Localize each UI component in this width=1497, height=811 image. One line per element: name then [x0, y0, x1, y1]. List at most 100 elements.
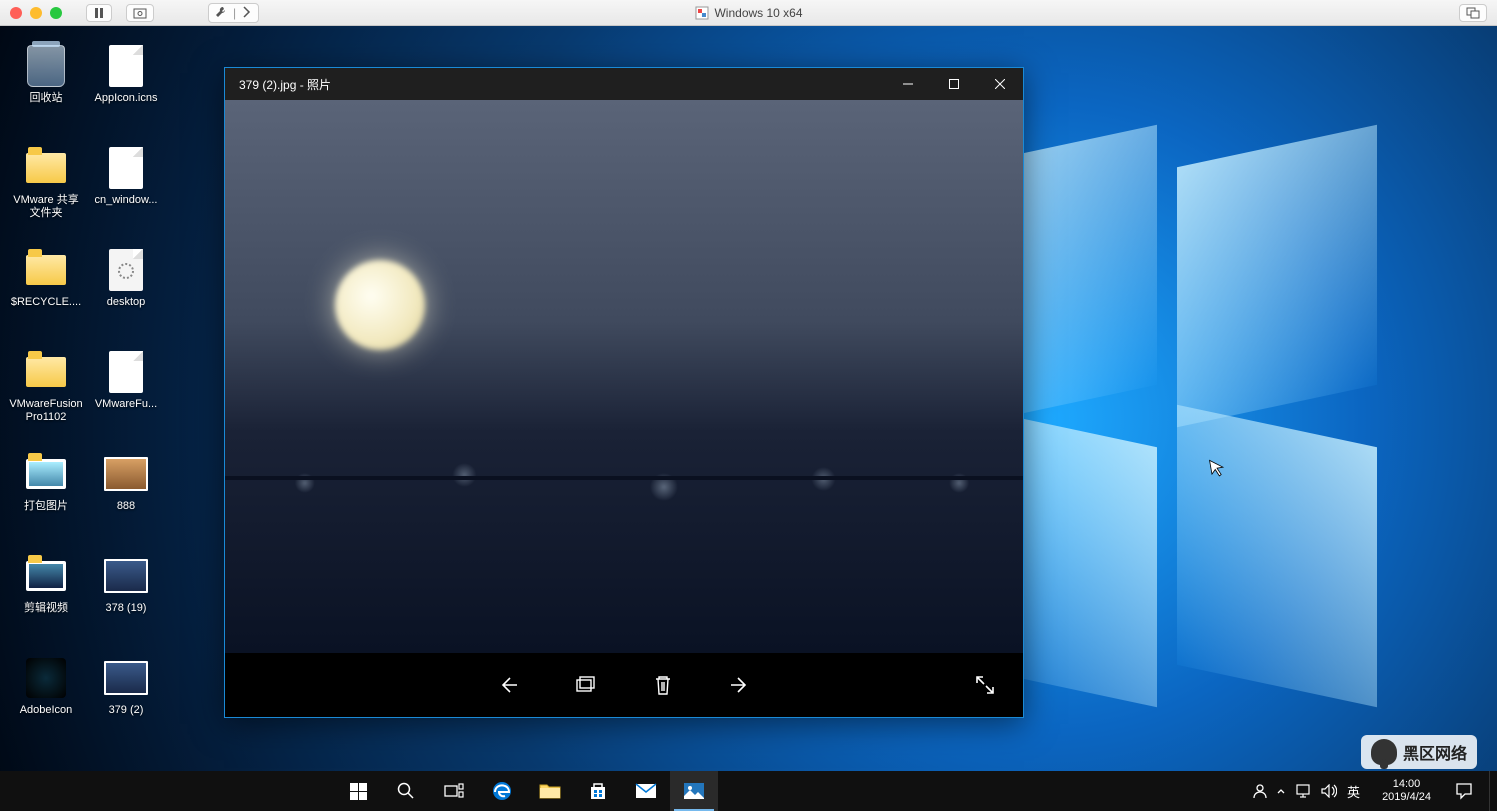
icon-label: VMware 共享文件夹	[9, 194, 83, 220]
ime-indicator[interactable]: 英	[1347, 782, 1360, 801]
icon-label: 打包图片	[24, 500, 68, 513]
photos-icon	[683, 782, 705, 800]
icon-label: 378 (19)	[106, 602, 147, 615]
edge-icon	[491, 780, 513, 802]
taskbar-explorer[interactable]	[526, 771, 574, 811]
desktop-icons: 回收站 AppIcon.icns VMware 共享文件夹 cn_window.…	[8, 40, 164, 750]
desktop-icon-appicon[interactable]: AppIcon.icns	[88, 40, 164, 138]
file-icon	[109, 351, 143, 393]
maximize-button[interactable]	[931, 68, 977, 100]
next-button[interactable]	[727, 671, 755, 699]
minimize-button[interactable]	[885, 68, 931, 100]
desktop-icon-adobeicon[interactable]: AdobeIcon	[8, 652, 84, 750]
taskbar-right: 英 14:00 2019/4/24	[1247, 771, 1497, 811]
task-view-button[interactable]	[430, 771, 478, 811]
show-desktop-button[interactable]	[1489, 771, 1495, 811]
mac-toolbar: |	[86, 3, 259, 23]
image-thumb-icon	[104, 559, 148, 593]
image-thumb-icon	[104, 457, 148, 491]
adobe-icon	[26, 658, 66, 698]
desktop-icon-recycle-bin[interactable]: 回收站	[8, 40, 84, 138]
previous-button[interactable]	[493, 671, 521, 699]
mushroom-icon	[1371, 739, 1397, 765]
photo-content-moon	[335, 260, 425, 350]
desktop-icon-379[interactable]: 379 (2)	[88, 652, 164, 750]
tray-chevron-up-icon[interactable]	[1277, 784, 1285, 798]
desktop-icon-vmwarefusionpro[interactable]: VMwareFusionPro1102	[8, 346, 84, 444]
photos-image-view[interactable]	[225, 100, 1023, 653]
mail-icon	[635, 783, 657, 799]
mac-window-title: Windows 10 x64	[694, 6, 802, 20]
taskbar-left	[334, 771, 718, 811]
chevron-right-icon	[242, 6, 252, 18]
photo-content-frost	[225, 443, 1023, 523]
mac-titlebar: | Windows 10 x64	[0, 0, 1497, 26]
mac-title-label: Windows 10 x64	[714, 6, 802, 20]
icon-label: AppIcon.icns	[95, 92, 158, 105]
desktop-icon-888[interactable]: 888	[88, 448, 164, 546]
vmware-icon	[694, 6, 708, 20]
mac-minimize-button[interactable]	[30, 7, 42, 19]
desktop-icon-vmware-share[interactable]: VMware 共享文件夹	[8, 142, 84, 240]
desktop-icon-cn-window[interactable]: cn_window...	[88, 142, 164, 240]
mac-pause-button[interactable]	[86, 4, 112, 22]
mac-tools-group[interactable]: |	[208, 3, 259, 23]
folder-with-image-icon	[26, 459, 66, 489]
windows-desktop[interactable]: 回收站 AppIcon.icns VMware 共享文件夹 cn_window.…	[0, 26, 1497, 811]
search-icon	[397, 782, 415, 800]
collection-button[interactable]	[571, 671, 599, 699]
mac-fullscreen-button[interactable]	[1459, 4, 1487, 22]
watermark-label: 黑区网络	[1403, 740, 1467, 764]
taskbar-store[interactable]	[574, 771, 622, 811]
search-button[interactable]	[382, 771, 430, 811]
icon-label: 回收站	[30, 92, 63, 105]
mac-traffic-lights	[10, 7, 62, 19]
system-tray: 英	[1247, 782, 1366, 801]
taskbar-edge[interactable]	[478, 771, 526, 811]
action-center-icon[interactable]	[1455, 782, 1473, 800]
photos-window-controls	[885, 68, 1023, 100]
taskbar-photos[interactable]	[670, 771, 718, 811]
folder-icon	[26, 357, 66, 387]
start-button[interactable]	[334, 771, 382, 811]
desktop-icon-clip-video[interactable]: 剪辑视频	[8, 550, 84, 648]
desktop-icon-desktop-ini[interactable]: desktop	[88, 244, 164, 342]
taskbar-clock[interactable]: 14:00 2019/4/24	[1374, 778, 1439, 804]
desktop-icon-378[interactable]: 378 (19)	[88, 550, 164, 648]
close-button[interactable]	[977, 68, 1023, 100]
photos-toolbar	[225, 653, 1023, 717]
volume-icon[interactable]	[1321, 784, 1337, 798]
icon-label: VMwareFusionPro1102	[9, 398, 83, 424]
folder-with-image-icon	[26, 561, 66, 591]
mac-close-button[interactable]	[10, 7, 22, 19]
wallpaper-windows-logo	[957, 146, 1417, 706]
mac-snapshot-button[interactable]	[126, 4, 154, 22]
photos-title-label: 379 (2).jpg - 照片	[239, 76, 331, 93]
photo-content-wire	[225, 476, 1023, 480]
taskbar-mail[interactable]	[622, 771, 670, 811]
icon-label: AdobeIcon	[20, 704, 73, 717]
fullscreen-button[interactable]	[971, 671, 999, 699]
network-icon[interactable]	[1295, 784, 1311, 798]
mouse-cursor	[1208, 457, 1227, 479]
folder-icon	[26, 255, 66, 285]
icon-label: $RECYCLE....	[11, 296, 81, 309]
desktop-icon-pack-images[interactable]: 打包图片	[8, 448, 84, 546]
mac-zoom-button[interactable]	[50, 7, 62, 19]
watermark: 黑区网络	[1361, 735, 1477, 769]
photos-app-window: 379 (2).jpg - 照片	[224, 67, 1024, 718]
store-icon	[588, 781, 608, 801]
folder-icon	[539, 782, 561, 800]
icon-label: cn_window...	[95, 194, 158, 207]
desktop-icon-vmwarefu[interactable]: VMwareFu...	[88, 346, 164, 444]
image-thumb-icon	[104, 661, 148, 695]
photos-titlebar[interactable]: 379 (2).jpg - 照片	[225, 68, 1023, 100]
people-icon[interactable]	[1253, 783, 1267, 799]
gear-file-icon	[109, 249, 143, 291]
clock-date: 2019/4/24	[1382, 791, 1431, 804]
taskbar: 英 14:00 2019/4/24	[0, 771, 1497, 811]
folder-icon	[26, 153, 66, 183]
file-icon	[109, 147, 143, 189]
delete-button[interactable]	[649, 671, 677, 699]
desktop-icon-recycle-folder[interactable]: $RECYCLE....	[8, 244, 84, 342]
